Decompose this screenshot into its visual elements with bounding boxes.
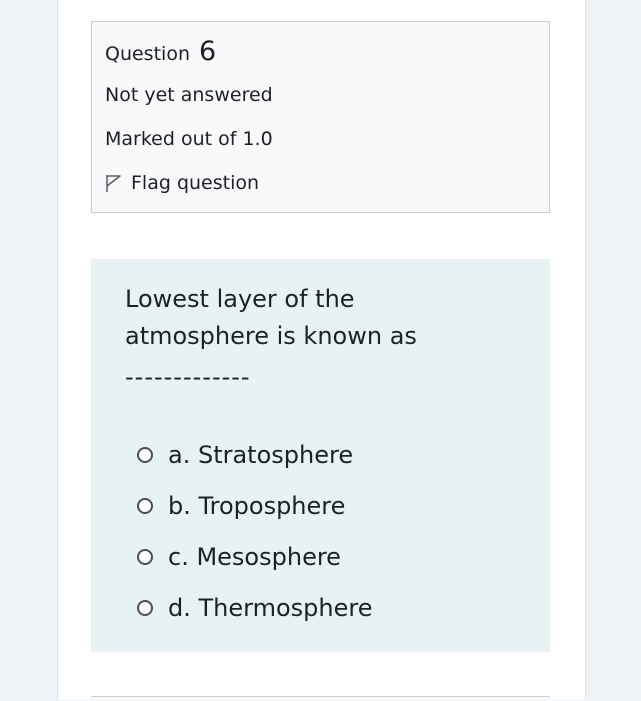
- answer-label: d. Thermosphere: [168, 593, 373, 622]
- radio-button[interactable]: [137, 548, 153, 565]
- radio-button[interactable]: [137, 446, 153, 463]
- answer-label: b. Troposphere: [168, 491, 346, 520]
- next-question-box-edge: [91, 696, 550, 701]
- answer-label: c. Mesosphere: [168, 542, 341, 571]
- flag-question-label: Flag question: [131, 172, 260, 194]
- answer-label: a. Stratosphere: [168, 440, 354, 469]
- answer-list: a. Stratosphere b. Troposphere c. Mesosp…: [137, 429, 372, 633]
- question-number: 6: [199, 36, 217, 67]
- flag-question-link[interactable]: Flag question: [105, 172, 259, 194]
- question-blank: -------------: [125, 363, 251, 391]
- question-text: Lowest layer of the atmosphere is known …: [125, 285, 417, 350]
- question-state: Not yet answered: [105, 84, 273, 106]
- question-info-box: Question 6 Not yet answered Marked out o…: [91, 21, 550, 213]
- question-grade: Marked out of 1.0: [105, 128, 273, 150]
- answer-option-b[interactable]: b. Troposphere: [137, 480, 372, 531]
- flag-outline-icon: [105, 173, 123, 193]
- answer-option-a[interactable]: a. Stratosphere: [137, 429, 372, 480]
- question-label: Question: [105, 43, 190, 65]
- question-content: Lowest layer of the atmosphere is known …: [91, 259, 550, 652]
- answer-option-c[interactable]: c. Mesosphere: [137, 531, 372, 582]
- radio-button[interactable]: [137, 497, 153, 514]
- question-heading: Question 6: [105, 36, 216, 67]
- radio-button[interactable]: [137, 599, 153, 616]
- answer-option-d[interactable]: d. Thermosphere: [137, 582, 372, 633]
